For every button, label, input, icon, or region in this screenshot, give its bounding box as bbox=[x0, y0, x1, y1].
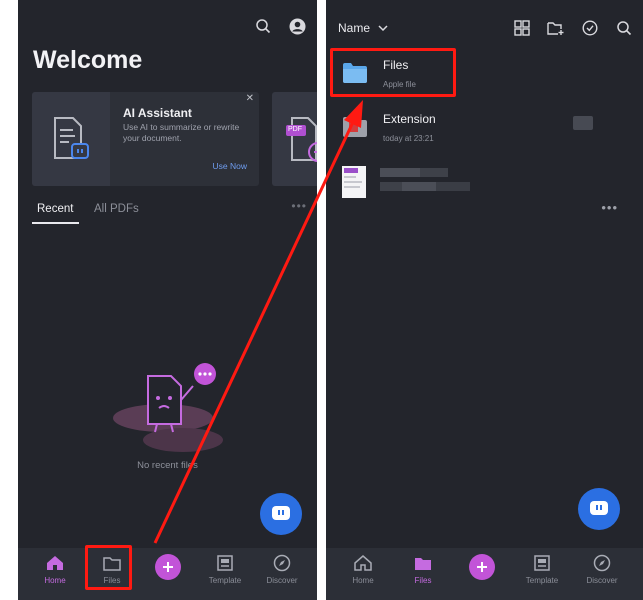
sort-dropdown[interactable]: Name bbox=[338, 21, 388, 35]
tab-all-pdfs[interactable]: All PDFs bbox=[94, 203, 139, 215]
home-icon bbox=[353, 553, 373, 573]
file-name: Extension bbox=[383, 112, 436, 126]
plus-icon bbox=[163, 562, 173, 572]
empty-state-illustration bbox=[113, 360, 228, 460]
home-icon bbox=[45, 553, 65, 573]
folder-icon bbox=[343, 117, 367, 137]
ai-card-title: AI Assistant bbox=[123, 106, 192, 120]
compass-icon bbox=[272, 553, 292, 573]
pdf-badge-label: PDF bbox=[288, 126, 302, 133]
blurred-file-name bbox=[380, 168, 470, 191]
more-options-icon[interactable]: ••• bbox=[291, 199, 307, 213]
close-icon[interactable]: ✕ bbox=[246, 93, 254, 104]
nav-home[interactable]: Home bbox=[25, 553, 85, 585]
row-action-icon[interactable] bbox=[573, 116, 593, 130]
page-title: Welcome bbox=[33, 46, 143, 74]
tab-recent[interactable]: Recent bbox=[37, 203, 73, 215]
ai-chat-button[interactable] bbox=[578, 488, 620, 530]
nav-template[interactable]: Template bbox=[195, 553, 255, 585]
top-toolbar bbox=[253, 16, 307, 36]
empty-state-text: No recent files bbox=[137, 460, 198, 471]
pdf-document-icon bbox=[286, 117, 317, 162]
nav-files-label: Files bbox=[414, 576, 432, 585]
sort-label: Name bbox=[338, 21, 371, 35]
bottom-navigation: Home Files Template Discover bbox=[18, 548, 317, 600]
nav-files[interactable]: Files bbox=[393, 553, 453, 585]
recent-tabs: Recent All PDFs ••• bbox=[32, 199, 307, 225]
nav-discover-label: Discover bbox=[586, 576, 618, 585]
files-toolbar bbox=[512, 18, 634, 38]
highlight-files-folder bbox=[330, 48, 456, 97]
search-icon[interactable] bbox=[614, 18, 634, 38]
home-screen: Welcome AI Assistant Use AI to summarize… bbox=[18, 0, 317, 600]
folder-icon bbox=[413, 553, 433, 573]
file-meta: today at 23:21 bbox=[383, 134, 434, 143]
compass-icon bbox=[592, 553, 612, 573]
document-ai-icon bbox=[32, 92, 110, 186]
nav-discover-label: Discover bbox=[266, 576, 298, 585]
bottom-navigation: Home Files Template Discover bbox=[326, 548, 643, 600]
chevron-down-icon bbox=[378, 25, 388, 31]
new-folder-icon[interactable] bbox=[546, 18, 566, 38]
ai-chat-button[interactable] bbox=[260, 493, 302, 535]
nav-home[interactable]: Home bbox=[333, 553, 393, 585]
list-item[interactable]: ••• bbox=[326, 160, 643, 215]
nav-template-label: Template bbox=[525, 576, 559, 585]
chat-bubble-icon bbox=[590, 501, 608, 515]
pdf-feature-card[interactable]: PDF bbox=[272, 92, 317, 186]
template-icon bbox=[532, 553, 552, 573]
grid-view-icon[interactable] bbox=[512, 18, 532, 38]
list-item[interactable]: Extension today at 23:21 bbox=[326, 104, 643, 158]
ai-card-description: Use AI to summarize or rewrite your docu… bbox=[123, 122, 240, 143]
nav-template-label: Template bbox=[208, 576, 242, 585]
search-icon[interactable] bbox=[253, 16, 273, 36]
more-options-icon[interactable]: ••• bbox=[601, 200, 618, 215]
nav-home-label: Home bbox=[352, 576, 374, 585]
plus-icon bbox=[477, 562, 487, 572]
add-button[interactable] bbox=[469, 554, 495, 580]
select-check-icon[interactable] bbox=[580, 18, 600, 38]
highlight-files-tab bbox=[85, 545, 132, 590]
account-icon[interactable] bbox=[287, 16, 307, 36]
nav-discover[interactable]: Discover bbox=[572, 553, 632, 585]
add-button[interactable] bbox=[155, 554, 181, 580]
template-icon bbox=[215, 553, 235, 573]
nav-home-label: Home bbox=[44, 576, 66, 585]
document-thumbnail bbox=[342, 166, 366, 198]
nav-template[interactable]: Template bbox=[512, 553, 572, 585]
nav-discover[interactable]: Discover bbox=[252, 553, 312, 585]
chat-bubble-icon bbox=[272, 506, 290, 520]
ai-assistant-card[interactable]: AI Assistant Use AI to summarize or rewr… bbox=[32, 92, 259, 186]
active-tab-indicator bbox=[32, 222, 79, 224]
use-now-link[interactable]: Use Now bbox=[213, 161, 247, 171]
